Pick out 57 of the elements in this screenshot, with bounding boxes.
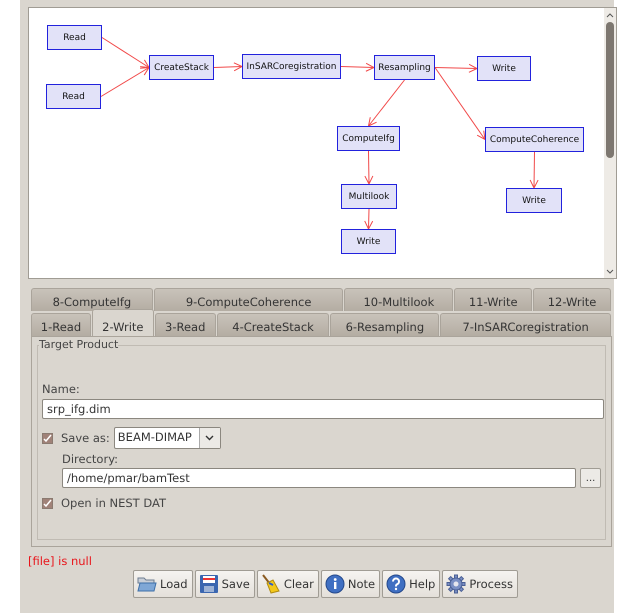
checkbox-label: Save as: xyxy=(61,431,110,445)
scroll-up-icon[interactable] xyxy=(606,12,614,18)
note-button[interactable]: Note xyxy=(320,570,380,598)
connector-arrow xyxy=(340,62,374,72)
tab[interactable]: 4-CreateStack xyxy=(216,313,330,336)
scrollbar[interactable] xyxy=(604,8,616,278)
error-message: [file] is null xyxy=(28,554,93,568)
tab[interactable]: 7-InSARCoregistration xyxy=(440,313,611,336)
graph-node[interactable]: Read xyxy=(46,84,101,109)
save-button[interactable]: Save xyxy=(194,570,255,598)
tab[interactable]: 8-ComputeIfg xyxy=(31,288,153,311)
input-field[interactable]: srp_ifg.dim xyxy=(42,399,604,419)
tab[interactable]: 2-Write xyxy=(92,309,154,336)
browse-button[interactable]: ... xyxy=(580,468,601,488)
connector-arrow xyxy=(214,62,242,72)
connector-arrow xyxy=(364,208,374,230)
connector-arrow xyxy=(364,150,374,184)
connector-arrow xyxy=(102,37,150,68)
connector-arrow xyxy=(368,80,405,126)
help-icon xyxy=(386,574,406,594)
tab[interactable]: 6-Resampling xyxy=(330,313,440,336)
info-icon xyxy=(324,574,345,594)
graph-node[interactable]: Resampling xyxy=(374,55,435,80)
graph-node[interactable]: Multilook xyxy=(341,184,397,209)
gear-icon xyxy=(446,574,466,594)
connector-arrow xyxy=(100,67,150,97)
field-label: Directory: xyxy=(62,452,120,466)
help-button[interactable]: Help xyxy=(382,570,440,598)
checkbox-label: Open in NEST DAT xyxy=(61,496,166,510)
graph-node[interactable]: Write xyxy=(477,56,531,81)
graph-node[interactable]: ComputeIfg xyxy=(337,126,400,151)
graph-node[interactable]: Read xyxy=(47,25,102,50)
process-button[interactable]: Process xyxy=(442,570,518,598)
field-label: Name: xyxy=(42,382,81,396)
checkbox[interactable] xyxy=(42,432,53,444)
tab[interactable]: 1-Read xyxy=(31,313,91,336)
tab[interactable]: 9-ComputeCoherence xyxy=(154,288,344,311)
graph-node[interactable]: InSARCoregistration xyxy=(242,54,341,79)
tab[interactable]: 11-Write xyxy=(454,288,532,311)
folder-icon xyxy=(137,575,157,593)
tab[interactable]: 10-Multilook xyxy=(344,288,454,311)
load-button[interactable]: Load xyxy=(133,570,193,598)
clear-button[interactable]: Clear xyxy=(256,570,319,598)
graph-node[interactable]: Write xyxy=(341,229,396,254)
input-field[interactable]: /home/pmar/bamTest xyxy=(62,468,576,488)
graph-node[interactable]: Write xyxy=(506,188,562,213)
scroll-down-icon[interactable] xyxy=(606,269,614,275)
connector-arrow xyxy=(530,152,539,188)
graph-node[interactable]: ComputeCoherence xyxy=(485,127,584,152)
broom-icon xyxy=(260,574,281,594)
checkbox[interactable] xyxy=(42,498,53,508)
graph-node[interactable]: CreateStack xyxy=(149,55,214,80)
group-title: Target Product xyxy=(39,338,118,351)
tab[interactable]: 12-Write xyxy=(533,288,611,311)
tab[interactable]: 3-Read xyxy=(154,313,216,336)
chevron-down-icon xyxy=(205,435,214,441)
format-dropdown[interactable]: BEAM-DIMAP xyxy=(114,427,221,449)
